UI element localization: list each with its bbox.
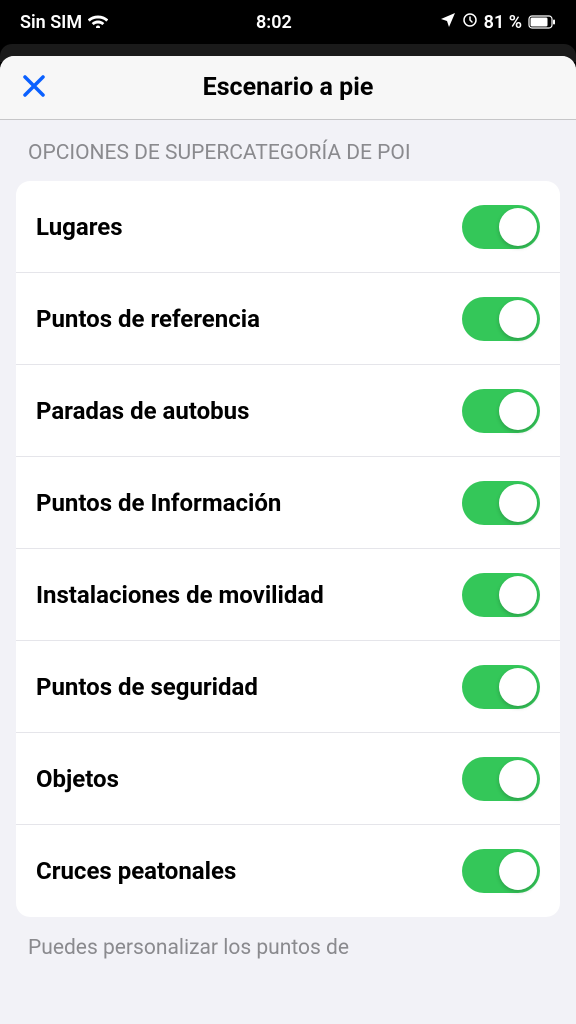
page-title: Escenario a pie <box>203 73 374 102</box>
status-left: Sin SIM <box>20 12 108 33</box>
status-bar: Sin SIM 8:02 81 % <box>0 0 576 44</box>
alarm-icon <box>462 12 478 33</box>
toggle-puntos-seguridad[interactable] <box>462 665 540 709</box>
row-instalaciones-movilidad: Instalaciones de movilidad <box>16 549 560 641</box>
toggle-puntos-informacion[interactable] <box>462 481 540 525</box>
row-paradas-autobus: Paradas de autobus <box>16 365 560 457</box>
status-right: 81 % <box>440 12 556 33</box>
battery-percent: 81 % <box>484 12 522 33</box>
wifi-icon <box>88 12 108 33</box>
row-puntos-informacion: Puntos de Información <box>16 457 560 549</box>
toggle-instalaciones-movilidad[interactable] <box>462 573 540 617</box>
row-puntos-seguridad: Puntos de seguridad <box>16 641 560 733</box>
row-objetos: Objetos <box>16 733 560 825</box>
row-label: Puntos de seguridad <box>36 672 258 702</box>
carrier-text: Sin SIM <box>20 12 82 33</box>
location-icon <box>440 12 456 33</box>
row-label: Puntos de Información <box>36 488 281 518</box>
settings-list: Lugares Puntos de referencia Paradas de … <box>16 181 560 917</box>
close-button[interactable] <box>18 72 50 104</box>
row-puntos-referencia: Puntos de referencia <box>16 273 560 365</box>
row-label: Lugares <box>36 212 123 242</box>
toggle-lugares[interactable] <box>462 205 540 249</box>
row-lugares: Lugares <box>16 181 560 273</box>
nav-bar: Escenario a pie <box>0 56 576 120</box>
toggle-puntos-referencia[interactable] <box>462 297 540 341</box>
row-label: Paradas de autobus <box>36 396 249 426</box>
content: OPCIONES DE SUPERCATEGORÍA DE POI Lugare… <box>0 120 576 963</box>
row-label: Cruces peatonales <box>36 856 236 886</box>
row-label: Objetos <box>36 764 119 794</box>
row-label: Puntos de referencia <box>36 304 260 334</box>
row-label: Instalaciones de movilidad <box>36 580 324 610</box>
section-header: OPCIONES DE SUPERCATEGORÍA DE POI <box>0 140 576 181</box>
close-icon <box>21 73 47 103</box>
toggle-objetos[interactable] <box>462 757 540 801</box>
footer-text: Puedes personalizar los puntos de <box>0 917 576 962</box>
toggle-paradas-autobus[interactable] <box>462 389 540 433</box>
row-cruces-peatonales: Cruces peatonales <box>16 825 560 917</box>
settings-sheet: Escenario a pie OPCIONES DE SUPERCATEGOR… <box>0 56 576 1024</box>
toggle-cruces-peatonales[interactable] <box>462 849 540 893</box>
time-text: 8:02 <box>256 12 292 33</box>
battery-icon <box>528 15 556 29</box>
